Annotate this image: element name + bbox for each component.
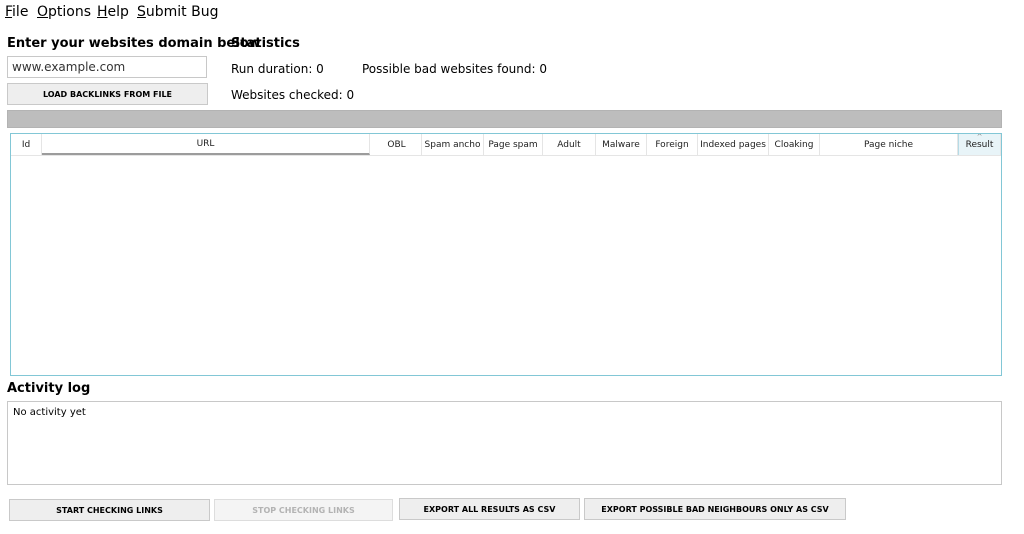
run-duration-text: Run duration: 0 <box>231 62 324 76</box>
results-table[interactable]: Id URL OBL Spam ancho Page spam Adult Ma… <box>10 133 1002 376</box>
column-header-id[interactable]: Id <box>11 134 42 155</box>
bad-websites-found-text: Possible bad websites found: 0 <box>362 62 547 76</box>
export-bad-neighbours-button[interactable]: EXPORT POSSIBLE BAD NEIGHBOURS ONLY AS C… <box>584 498 846 520</box>
column-header-cloaking[interactable]: Cloaking <box>769 134 820 155</box>
menu-file[interactable]: File <box>5 4 28 20</box>
domain-input[interactable] <box>7 56 207 78</box>
column-header-spam-anchor[interactable]: Spam ancho <box>422 134 484 155</box>
column-header-adult[interactable]: Adult <box>543 134 596 155</box>
activity-log-text: No activity yet <box>13 407 86 418</box>
column-header-result-label: Result <box>965 139 994 150</box>
statistics-heading: Statistics <box>231 36 300 51</box>
activity-log-box[interactable]: No activity yet <box>7 401 1002 485</box>
stop-checking-links-button[interactable]: STOP CHECKING LINKS <box>214 499 393 521</box>
column-header-result[interactable]: ^ Result <box>958 134 1001 155</box>
load-backlinks-button[interactable]: LOAD BACKLINKS FROM FILE <box>7 83 208 105</box>
domain-heading: Enter your websites domain below <box>7 36 261 51</box>
websites-checked-text: Websites checked: 0 <box>231 88 355 102</box>
start-checking-links-button[interactable]: START CHECKING LINKS <box>9 499 210 521</box>
table-header: Id URL OBL Spam ancho Page spam Adult Ma… <box>11 134 1001 156</box>
export-all-results-button[interactable]: EXPORT ALL RESULTS AS CSV <box>399 498 580 520</box>
column-header-indexed-pages[interactable]: Indexed pages <box>698 134 769 155</box>
column-header-malware[interactable]: Malware <box>596 134 647 155</box>
column-header-obl[interactable]: OBL <box>372 134 422 155</box>
activity-log-heading: Activity log <box>7 381 91 396</box>
column-header-page-spam[interactable]: Page spam <box>484 134 543 155</box>
progress-bar <box>7 110 1002 128</box>
column-header-foreign[interactable]: Foreign <box>647 134 698 155</box>
sort-ascending-icon: ^ <box>976 134 983 141</box>
column-header-page-niche[interactable]: Page niche <box>820 134 958 155</box>
menu-help[interactable]: Help <box>97 4 129 20</box>
menu-submit-bug[interactable]: Submit Bug <box>137 4 218 20</box>
column-header-url[interactable]: URL <box>42 134 370 155</box>
menu-options[interactable]: Options <box>37 4 91 20</box>
